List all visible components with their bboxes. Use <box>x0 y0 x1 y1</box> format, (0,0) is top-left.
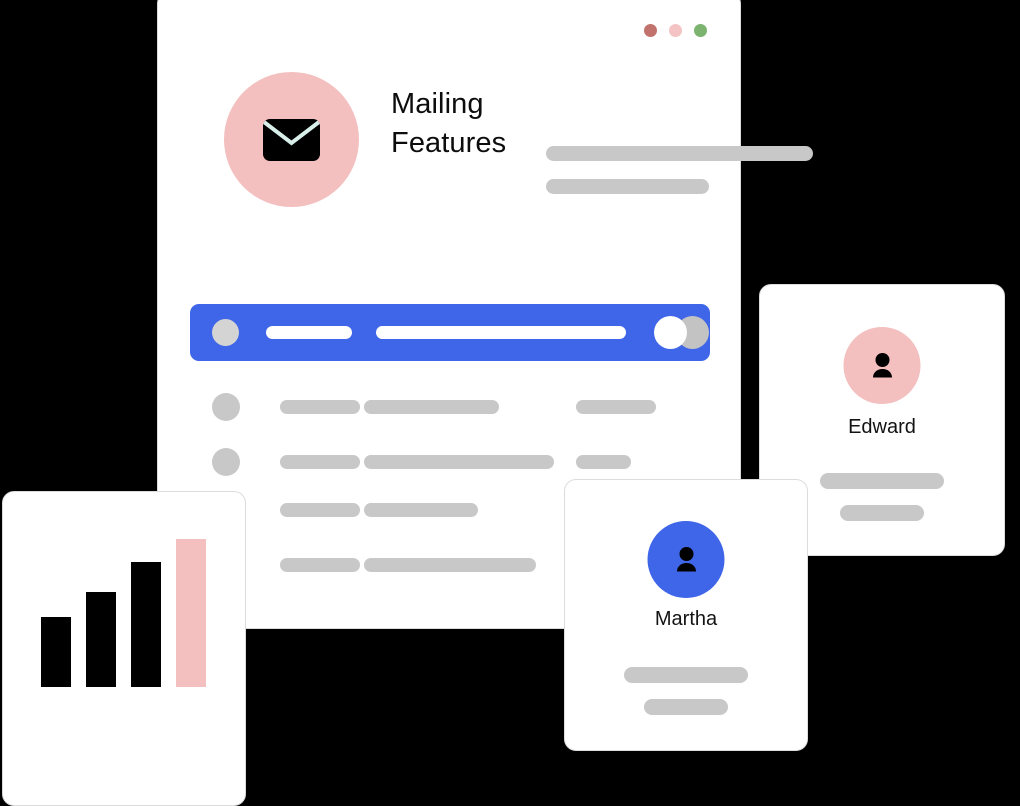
chart-bar <box>86 592 116 687</box>
illustration-stage: Edward Mailing Features Martha <box>0 0 1020 806</box>
row-cell-meta <box>576 400 656 414</box>
person-card-martha[interactable]: Martha <box>564 479 808 751</box>
avatar <box>647 521 725 598</box>
hero-placeholder-line-1 <box>546 146 813 161</box>
avatar <box>843 327 921 404</box>
placeholder-line-primary <box>624 667 748 683</box>
placeholder-line-secondary <box>840 505 924 521</box>
toolbar-label-short <box>266 326 352 339</box>
row-cell-name <box>280 503 360 517</box>
placeholder-line-primary <box>820 473 944 489</box>
search-input[interactable] <box>376 326 626 339</box>
row-avatar-icon <box>212 448 240 476</box>
maximize-dot[interactable] <box>694 24 707 37</box>
avatar-primary <box>654 316 687 349</box>
chart-bar-highlight <box>176 539 206 687</box>
table-row[interactable] <box>212 448 631 476</box>
person-icon <box>676 546 696 571</box>
bar-chart <box>41 527 216 687</box>
row-avatar-icon <box>212 393 240 421</box>
chart-bar <box>131 562 161 687</box>
analytics-card[interactable] <box>2 491 246 806</box>
toolbar-avatar-group[interactable] <box>649 316 709 349</box>
person-icon <box>872 352 892 377</box>
table-row[interactable] <box>212 393 656 421</box>
envelope-icon <box>263 118 320 161</box>
placeholder-line-secondary <box>644 699 728 715</box>
row-cell-detail <box>364 558 536 572</box>
hero-placeholder-line-2 <box>546 179 709 194</box>
person-name: Edward <box>848 416 916 438</box>
minimize-dot[interactable] <box>669 24 682 37</box>
row-cell-name <box>280 400 360 414</box>
toolbar-avatar-icon <box>212 319 239 346</box>
row-cell-meta <box>576 455 631 469</box>
row-cell-detail <box>364 503 478 517</box>
person-name: Martha <box>654 608 718 630</box>
search-toolbar[interactable] <box>190 304 710 361</box>
row-cell-name <box>280 455 360 469</box>
chart-bar <box>41 617 71 687</box>
row-cell-detail <box>364 400 499 414</box>
row-cell-detail <box>364 455 554 469</box>
hero-icon-badge <box>224 72 359 207</box>
row-cell-name <box>280 558 360 572</box>
window-controls <box>644 24 707 37</box>
close-dot[interactable] <box>644 24 657 37</box>
